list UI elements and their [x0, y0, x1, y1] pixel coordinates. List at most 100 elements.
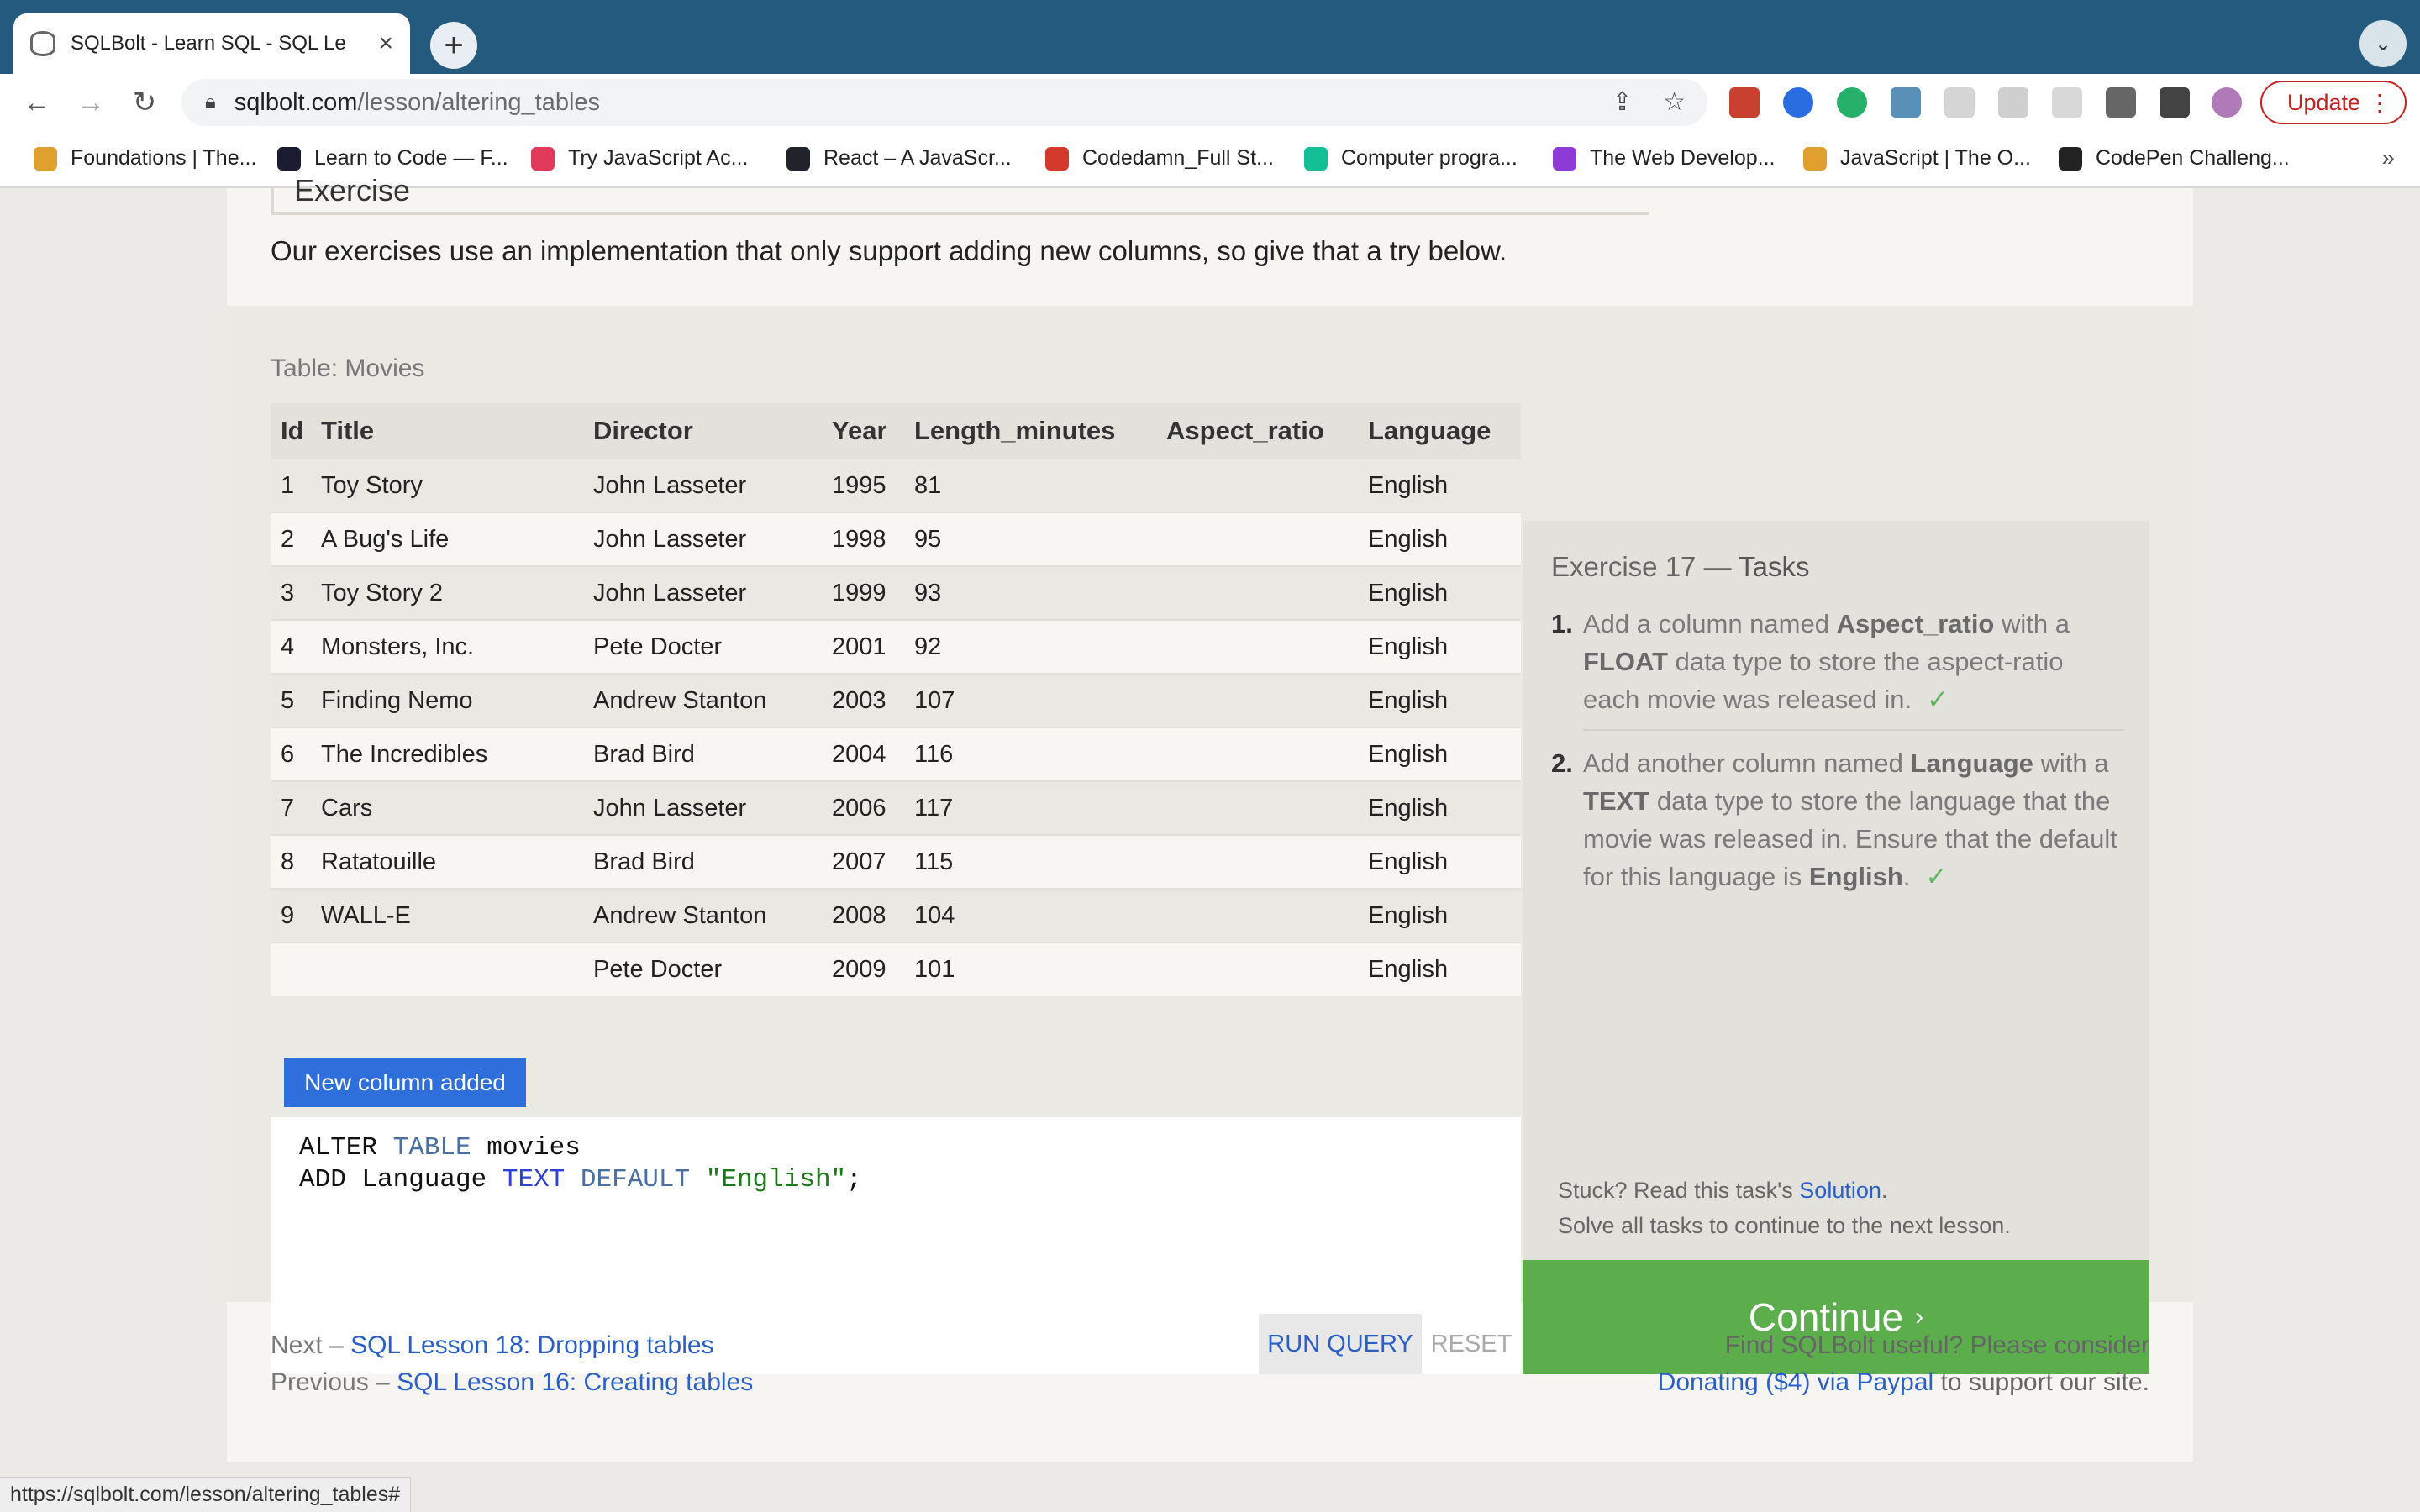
table-cell: Brad Bird [593, 727, 832, 781]
bookmark-label: Try JavaScript Ac... [568, 146, 749, 170]
bookmark-item[interactable]: Foundations | The... [34, 146, 256, 171]
support-suffix: to support our site. [1933, 1368, 2149, 1396]
table-cell [1166, 673, 1368, 727]
table-cell: English [1368, 727, 1521, 781]
table-cell [1166, 512, 1368, 566]
task-highlight: TEXT [1583, 786, 1650, 816]
table-cell: 3 [271, 565, 321, 620]
bookmark-item[interactable]: React – A JavaScr... [786, 146, 1012, 171]
table-cell: 104 [914, 888, 1166, 942]
code-token: TABLE [392, 1133, 471, 1163]
table-cell: 7 [271, 780, 321, 835]
table-row: 1 Toy Story John Lasseter 1995 81 English [271, 458, 1521, 512]
tasks-panel: Exercise 17 — Tasks 1. Add a column name… [1523, 521, 2149, 1260]
bookmark-item[interactable]: Try JavaScript Ac... [531, 146, 748, 171]
run-query-button[interactable]: RUN QUERY [1259, 1314, 1422, 1374]
tab-search-button[interactable]: ⌄ [2360, 20, 2407, 67]
extension-icon[interactable] [1729, 87, 1760, 118]
bookmark-favicon-icon [786, 146, 810, 171]
support-text: Find SQLBolt useful? Please consider [1724, 1331, 2149, 1359]
more-bookmarks-icon[interactable]: » [2381, 144, 2395, 171]
donate-link[interactable]: Donating ($4) via Paypal [1658, 1368, 1934, 1396]
code-token: ALTER [299, 1133, 378, 1163]
code-token: "English" [705, 1165, 847, 1194]
table-cell: English [1368, 619, 1521, 674]
back-arrow-icon[interactable]: ← [17, 82, 57, 123]
column-header: Length_minutes [914, 403, 1166, 459]
extension-icon[interactable] [1891, 87, 1921, 118]
forward-arrow-icon[interactable]: → [71, 82, 111, 123]
table-cell: 2009 [832, 942, 914, 996]
task-highlight: FLOAT [1583, 647, 1669, 676]
table-cell: 5 [271, 673, 321, 727]
table-cell: 117 [914, 780, 1166, 835]
extension-icon[interactable] [1783, 87, 1813, 118]
new-tab-button[interactable]: + [430, 22, 477, 69]
column-header: Title [321, 403, 593, 459]
stuck-help: Stuck? Read this task's Solution. Solve … [1558, 1173, 2011, 1243]
bookmark-favicon-icon [2059, 146, 2082, 171]
bookmark-item[interactable]: Codedamn_Full St... [1045, 146, 1274, 171]
code-token: TEXT [502, 1165, 566, 1194]
close-icon[interactable]: × [378, 29, 393, 58]
table-row: 2A Bug's Life John Lasseter 1998 95 English [271, 512, 1521, 566]
bookmark-item[interactable]: The Web Develop... [1553, 146, 1775, 171]
table-cell: Pete Docter [593, 619, 832, 674]
column-header: Language [1368, 403, 1521, 459]
table-row: 8 Ratatouille Brad Bird 2007 115 English [271, 834, 1521, 889]
extension-icon[interactable] [1944, 87, 1975, 118]
table-row: Pete Docter 2009 101 English [271, 942, 1521, 996]
table-cell: 92 [914, 619, 1166, 674]
code-token: Language [361, 1165, 487, 1194]
table-cell: 81 [914, 458, 1166, 512]
previous-lesson-link[interactable]: SQL Lesson 16: Creating tables [397, 1368, 753, 1396]
checkmark-icon: ✓ [1925, 862, 1948, 891]
bookmark-favicon-icon [277, 146, 301, 171]
update-button[interactable]: Update ⋮ [2260, 81, 2407, 124]
extension-icon[interactable] [1998, 87, 2028, 118]
bookmark-item[interactable]: CodePen Challeng... [2059, 146, 2290, 171]
bookmark-item[interactable]: Computer progra... [1304, 146, 1518, 171]
table-cell [1166, 619, 1368, 674]
table-cell [1166, 780, 1368, 835]
table-cell: Ratatouille [321, 834, 593, 889]
table-cell: 101 [914, 942, 1166, 996]
table-row: 7 Cars John Lasseter 2006 117 English [271, 780, 1521, 835]
bookmark-star-icon[interactable]: ☆ [1663, 87, 1686, 117]
table-cell: 95 [914, 512, 1166, 566]
puzzle-icon[interactable] [2106, 87, 2136, 118]
table-cell: English [1368, 458, 1521, 512]
sidebar-icon[interactable] [2160, 87, 2190, 118]
table-cell: John Lasseter [593, 780, 832, 835]
next-lesson-link[interactable]: SQL Lesson 18: Dropping tables [350, 1331, 714, 1359]
lesson-navigation: Next – SQL Lesson 18: Dropping tables Pr… [271, 1327, 753, 1401]
share-icon[interactable]: ⇪ [1612, 87, 1633, 117]
browser-tab-active[interactable]: SQLBolt - Learn SQL - SQL Le × [13, 13, 410, 74]
bookmark-label: Learn to Code — F... [314, 146, 508, 170]
stuck-suffix: . [1881, 1178, 1888, 1203]
avatar[interactable] [2212, 87, 2242, 118]
code-token: ; [846, 1165, 862, 1194]
column-header: Director [593, 403, 832, 459]
bookmark-label: Computer progra... [1341, 146, 1518, 170]
sql-code[interactable]: ALTER TABLE movies ADD Language TEXT DEF… [299, 1132, 862, 1196]
solution-link[interactable]: Solution [1799, 1178, 1881, 1203]
task-text: Add another column named [1583, 748, 1911, 778]
more-menu-icon[interactable]: ⋮ [2368, 89, 2391, 117]
extension-icon[interactable] [2052, 87, 2082, 118]
reload-icon[interactable]: ↻ [124, 82, 165, 123]
prev-prefix: Previous – [271, 1368, 390, 1396]
address-bar[interactable]: 🔒︎ sqlbolt.com/lesson/altering_tables ⇪ … [182, 79, 1707, 126]
reset-button[interactable]: RESET [1422, 1314, 1521, 1374]
table-cell: 1999 [832, 565, 914, 620]
tab-strip: SQLBolt - Learn SQL - SQL Le × + ⌄ [0, 0, 2420, 74]
table-row: 3 Toy Story 2 John Lasseter 1999 93 English [271, 565, 1521, 620]
table-cell: John Lasseter [593, 565, 832, 620]
table-cell [321, 942, 593, 996]
bookmark-item[interactable]: Learn to Code — F... [277, 146, 508, 171]
bookmark-favicon-icon [531, 146, 555, 171]
bookmark-favicon-icon [34, 146, 57, 171]
bookmark-item[interactable]: JavaScript | The O... [1803, 146, 2031, 171]
extension-icon[interactable] [1837, 87, 1867, 118]
table-cell: English [1368, 565, 1521, 620]
